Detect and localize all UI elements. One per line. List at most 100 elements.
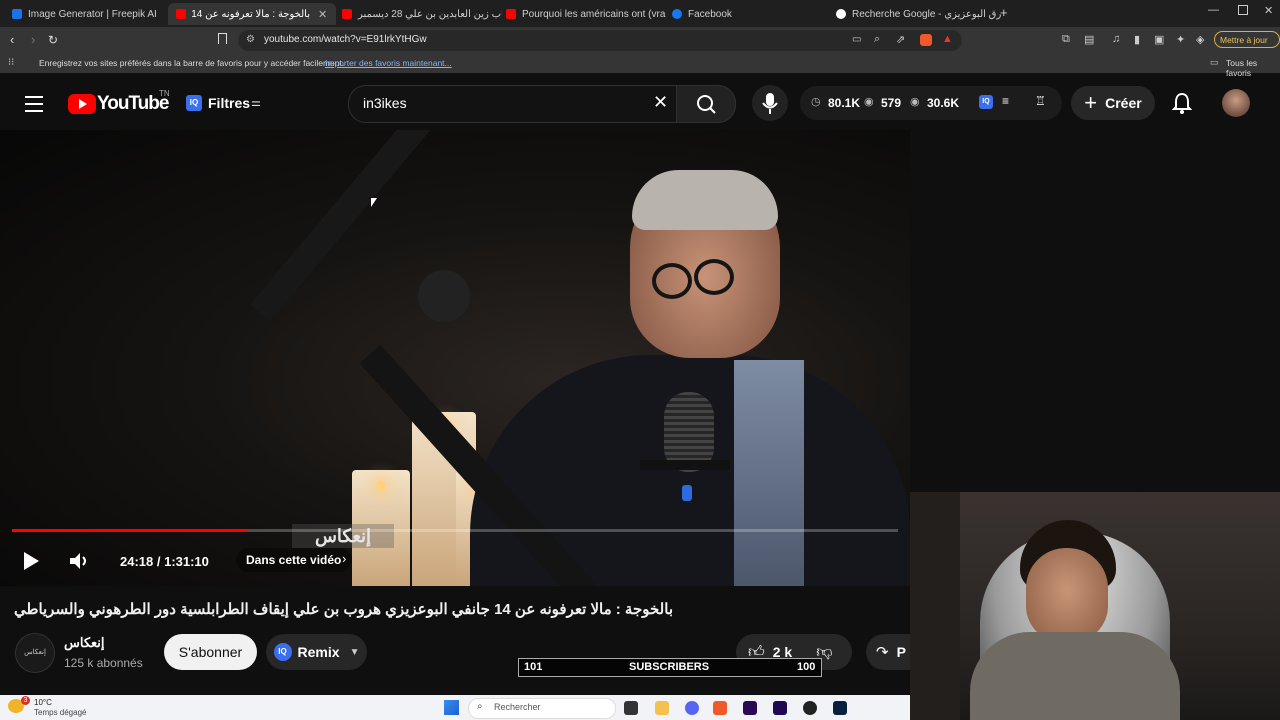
mic-joint	[418, 270, 470, 322]
channel-watermark: إنعكاس	[292, 524, 394, 548]
weather-temp: 10°C	[34, 698, 52, 707]
wallet-icon[interactable]: ▣	[1154, 33, 1164, 46]
bookmarks-hint-text: Enregistrez vos sites préférés dans la b…	[39, 58, 345, 68]
chevron-down-icon: ▼	[349, 646, 360, 658]
close-tab-icon[interactable]: ✕	[318, 8, 327, 21]
search-box[interactable]: in3ikes ✕	[348, 85, 677, 123]
mic-mount	[640, 460, 730, 470]
goal-left-value: 101	[524, 661, 543, 673]
list-icon[interactable]: ≡	[1002, 94, 1009, 108]
volume-icon[interactable]	[68, 551, 92, 571]
youtube-logo-text[interactable]: YouTube	[97, 93, 169, 115]
search-button[interactable]	[676, 85, 736, 123]
after-effects-icon[interactable]	[773, 701, 787, 715]
weather-desc: Temps dégagé	[34, 708, 87, 717]
notifications-icon[interactable]	[1172, 92, 1192, 114]
apps-grid-icon[interactable]: ⁝⁝	[8, 57, 14, 68]
brave-icon[interactable]	[713, 701, 727, 715]
avatar[interactable]	[1222, 89, 1250, 117]
ai-icon[interactable]: ✦	[1176, 33, 1185, 46]
progress-track[interactable]	[12, 529, 898, 532]
trophy-icon[interactable]: ♖	[1035, 94, 1046, 108]
channel-avatar[interactable]: إنعكاس	[15, 633, 55, 673]
filters-button[interactable]: Filtres	[208, 95, 250, 111]
reload-icon[interactable]: ↻	[48, 33, 58, 47]
new-tab-icon[interactable]: +	[1000, 5, 1008, 20]
youtube-logo-icon[interactable]	[68, 94, 96, 114]
webcam-shelf	[910, 492, 960, 720]
play-icon[interactable]	[24, 552, 39, 570]
bookmarks-bar: ⁝⁝ Enregistrez vos sites préférés dans l…	[0, 54, 1280, 78]
panel-icon[interactable]: ▮	[1134, 33, 1140, 46]
eye-icon: ◉	[864, 96, 874, 108]
maximize-icon[interactable]	[1238, 5, 1248, 15]
microphone-icon	[762, 93, 778, 114]
brave-shield-icon[interactable]	[920, 34, 932, 46]
minimize-icon[interactable]: —	[1208, 4, 1219, 16]
iq-icon[interactable]: IQ	[979, 95, 993, 109]
subscribe-button[interactable]: S'abonner	[164, 634, 257, 670]
progress-fill	[12, 529, 248, 532]
site-info-icon[interactable]: ⚙	[246, 34, 255, 45]
folder-icon: ▭	[1210, 57, 1219, 67]
tab-active-video[interactable]: بالخوجة : مالا تعرفونه عن 14 جانفي ✕	[168, 3, 336, 25]
channel-name[interactable]: إنعكاس	[64, 635, 105, 651]
file-explorer-icon[interactable]	[655, 701, 669, 715]
mouse-cursor-icon	[371, 198, 377, 207]
all-favorites-link[interactable]: Tous les favoris	[1226, 58, 1280, 78]
tab-pourquoi[interactable]: Pourquoi les américains ont (vraimen	[500, 3, 666, 25]
iq-extension-icon[interactable]: IQ	[186, 95, 202, 111]
sidebar-icon[interactable]: ▤	[1084, 33, 1094, 46]
obs-icon[interactable]	[803, 701, 817, 715]
tab-freepik[interactable]: Image Generator | Freepik AI	[6, 3, 172, 25]
remix-button[interactable]: IQ Remix ▼	[266, 634, 367, 670]
goal-right-value: 100	[797, 661, 816, 673]
bookmark-icon[interactable]	[218, 33, 227, 44]
music-icon[interactable]: ♫	[1112, 33, 1120, 45]
chapters-button[interactable]: Dans cette vidéo ›	[236, 548, 352, 572]
video-player[interactable]: إنعكاس 24:18 / 1:31:10 Dans cette vidéo …	[0, 130, 910, 586]
taskbar-search[interactable]: ⌕ Rechercher	[468, 698, 616, 719]
import-bookmarks-link[interactable]: Importer des favoris maintenant...	[325, 58, 452, 68]
tab-facebook[interactable]: Facebook	[666, 3, 832, 25]
search-input[interactable]: in3ikes	[363, 95, 407, 111]
share-page-icon[interactable]: ⇗	[896, 33, 905, 46]
tab-speech[interactable]: خطاب زين العابدين بن علي 28 ديسمبر	[336, 3, 502, 25]
url-text[interactable]: youtube.com/watch?v=E91lrkYtHGw	[264, 34, 427, 45]
filter-sliders-icon[interactable]: ⚌	[251, 96, 261, 109]
close-window-icon[interactable]: ✕	[1264, 4, 1273, 17]
share-icon: ↷	[876, 644, 889, 661]
vpn-icon[interactable]: ◈	[1196, 33, 1204, 46]
clear-search-icon[interactable]: ✕	[653, 92, 668, 113]
search-icon: ⌕	[477, 701, 483, 712]
facebook-icon	[672, 9, 682, 19]
cast-icon[interactable]: ▭	[852, 34, 861, 45]
photoshop-icon[interactable]	[833, 701, 847, 715]
voice-search-button[interactable]	[752, 85, 788, 121]
rewards-icon[interactable]: ▲	[942, 33, 953, 45]
forward-icon[interactable]: ›	[31, 32, 35, 47]
windows-start-icon[interactable]	[444, 700, 459, 715]
premiere-icon[interactable]	[743, 701, 757, 715]
subscriber-goal-overlay: 101 SUBSCRIBERS 100	[518, 658, 822, 677]
tab-google[interactable]: Recherche Google - طارق البوعزيزي	[830, 3, 1001, 25]
zoom-icon[interactable]: ⌕	[874, 33, 880, 46]
update-button[interactable]: Mettre à jour	[1214, 31, 1280, 48]
streamer-face	[1026, 548, 1108, 642]
navigation-bar: ‹ › ↻ ⚙ youtube.com/watch?v=E91lrkYtHGw …	[0, 27, 1280, 54]
stats-extension-panel: ◷ 80.1K ◉ 579 ◉ 30.6K IQ ≡ ♖	[800, 86, 1062, 120]
speaker-shirt	[734, 360, 804, 586]
webcam-overlay	[910, 492, 1280, 720]
youtube-favicon-icon	[176, 9, 186, 19]
address-bar[interactable]: ⚙ youtube.com/watch?v=E91lrkYtHGw ▭ ⌕ ⇗ …	[238, 30, 962, 51]
weather-badge: 3	[21, 696, 30, 705]
youtube-favicon-icon	[342, 9, 352, 19]
back-icon[interactable]: ‹	[10, 32, 14, 47]
subscriber-count: 125 k abonnés	[64, 656, 143, 670]
task-view-icon[interactable]	[624, 701, 638, 715]
extensions-icon[interactable]: ⧉	[1062, 33, 1070, 46]
stat-1: 80.1K	[828, 96, 861, 110]
discord-icon[interactable]	[685, 701, 699, 715]
menu-icon[interactable]	[25, 96, 43, 112]
create-button[interactable]: + Créer	[1071, 86, 1155, 120]
